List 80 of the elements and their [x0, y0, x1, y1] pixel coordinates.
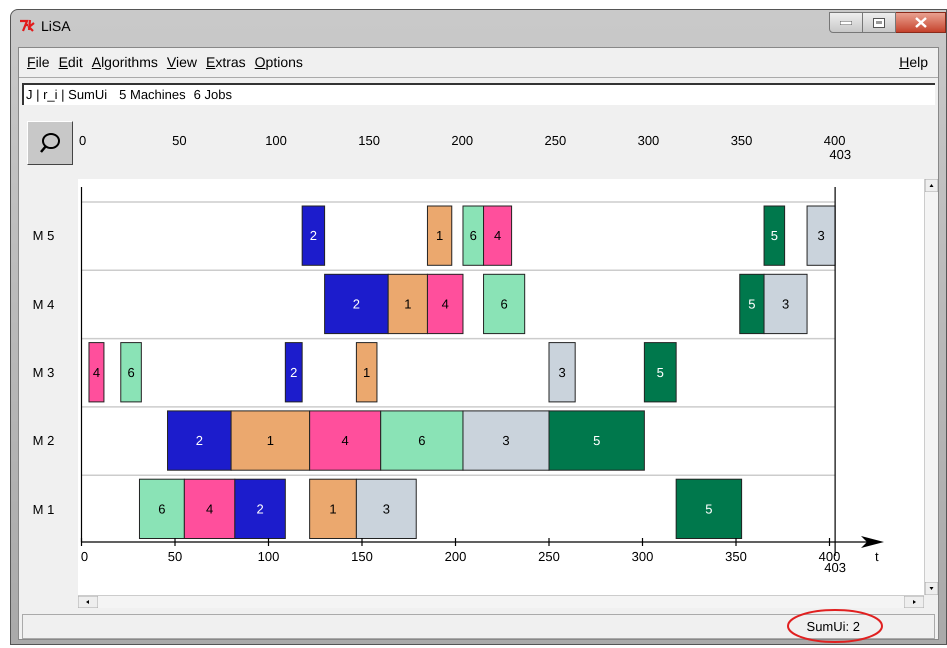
axis-label: 350 — [725, 549, 747, 564]
makespan-label: 403 — [829, 147, 852, 162]
problem-type-text: J | r_i | SumUi — [26, 86, 108, 104]
menu-item[interactable]: Options — [254, 52, 303, 73]
menu-item[interactable]: File — [27, 52, 50, 73]
operation-bar[interactable]: 6 — [483, 274, 526, 334]
operation-bar[interactable]: 1 — [309, 478, 357, 539]
operation-bar[interactable]: 5 — [764, 206, 786, 266]
machine-count-text: 5 Machines — [119, 86, 186, 104]
operation-bar[interactable]: 5 — [676, 478, 742, 539]
minimize-button[interactable] — [829, 12, 863, 33]
operation-bar[interactable]: 3 — [462, 410, 550, 471]
operation-bar[interactable]: 5 — [739, 274, 765, 334]
ruler-label: 50 — [172, 133, 187, 148]
machine-label: M 4 — [32, 296, 54, 314]
ruler-label: 400 — [824, 133, 846, 148]
job-count-text: 6 Jobs — [194, 86, 232, 104]
operation-bar[interactable]: 3 — [806, 206, 836, 266]
operation-bar[interactable]: 2 — [167, 410, 232, 471]
operation-bar[interactable]: 2 — [324, 274, 389, 334]
operation-bar[interactable]: 2 — [284, 342, 303, 402]
ruler-label: 0 — [79, 133, 86, 148]
operation-bar[interactable]: 4 — [426, 274, 464, 334]
axis-label: 250 — [538, 549, 560, 564]
menu-item[interactable]: Extras — [206, 52, 246, 73]
menu-item[interactable]: View — [166, 52, 197, 73]
horizontal-scrollbar[interactable] — [78, 595, 924, 608]
operation-bar[interactable]: 6 — [462, 206, 484, 266]
maximize-icon — [873, 18, 885, 28]
operation-bar[interactable]: 3 — [548, 342, 576, 402]
status-text: SumUi: 2 — [806, 618, 860, 636]
axis-label: 50 — [168, 549, 182, 564]
ruler-label: 100 — [265, 133, 287, 148]
operation-bar[interactable]: 1 — [356, 342, 378, 402]
ruler-label: 350 — [730, 133, 752, 148]
operation-bar[interactable]: 4 — [88, 342, 104, 402]
operation-bar[interactable]: 4 — [483, 206, 512, 266]
operation-bar[interactable]: 3 — [356, 478, 417, 539]
machine-label: M 1 — [32, 500, 54, 519]
operation-bar[interactable]: 1 — [388, 274, 428, 334]
window-title: LiSA — [41, 19, 71, 33]
axis-label: 300 — [632, 549, 654, 564]
ruler-label: 200 — [451, 133, 474, 148]
operation-bar[interactable]: 2 — [302, 206, 326, 266]
operation-bar[interactable]: 6 — [120, 342, 142, 402]
close-button[interactable] — [896, 12, 946, 33]
machine-label: M 3 — [32, 364, 54, 382]
menu-item[interactable]: Edit — [58, 52, 83, 73]
operation-bar[interactable]: 4 — [309, 410, 382, 471]
maximize-button[interactable] — [863, 12, 896, 33]
operation-bar[interactable]: 5 — [644, 342, 677, 402]
operation-bar[interactable]: 4 — [184, 478, 236, 539]
scroll-left-icon — [78, 596, 98, 608]
ruler-label: 150 — [358, 133, 380, 148]
axis-label: 150 — [351, 549, 373, 564]
operation-bar[interactable]: 6 — [138, 478, 185, 539]
scroll-right-icon — [904, 596, 924, 608]
search-icon — [38, 131, 62, 155]
operation-bar[interactable]: 2 — [234, 478, 286, 539]
zoom-button[interactable] — [27, 121, 73, 165]
operation-bar[interactable]: 5 — [548, 410, 645, 471]
operation-bar[interactable]: 1 — [426, 206, 452, 266]
operation-bar[interactable]: 1 — [230, 410, 310, 471]
menu-item[interactable]: Help — [899, 52, 928, 73]
app-logo-icon — [19, 19, 35, 32]
ruler-label: 250 — [544, 133, 566, 148]
close-icon — [914, 17, 926, 28]
axis-label: 100 — [258, 549, 280, 564]
machine-label: M 2 — [32, 432, 54, 450]
axis-title: t — [875, 549, 879, 564]
operation-bar[interactable]: 6 — [380, 410, 464, 471]
minimize-icon — [840, 20, 852, 24]
axis-label: 200 — [444, 549, 466, 564]
operation-bar[interactable]: 3 — [764, 274, 808, 334]
menu-item[interactable]: Algorithms — [92, 52, 158, 73]
machine-label: M 5 — [32, 227, 54, 246]
ruler-label: 300 — [638, 133, 660, 148]
problem-field[interactable]: J | r_i | SumUi 5 Machines 6 Jobs — [22, 83, 935, 105]
axis-label: 0 — [80, 549, 88, 564]
vertical-scrollbar[interactable] — [924, 179, 938, 595]
